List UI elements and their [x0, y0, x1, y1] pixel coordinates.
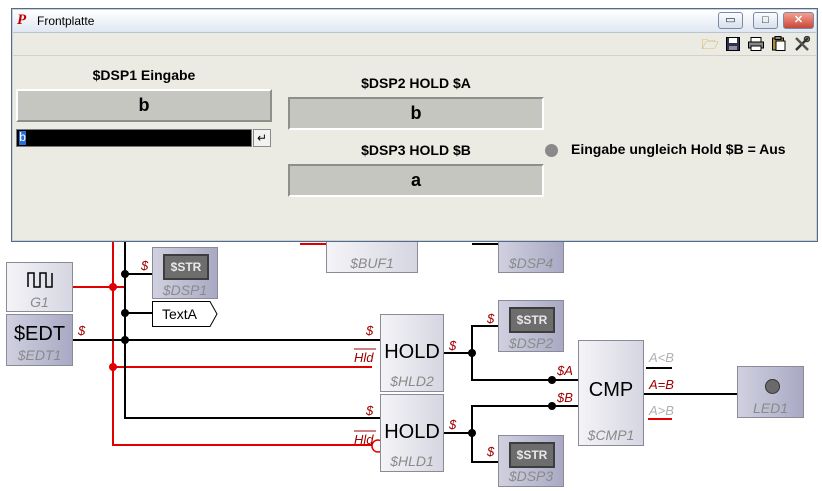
edt1-port-label: $ — [78, 323, 86, 338]
hld1-in-port: $ — [366, 403, 374, 418]
text-constant-texta[interactable]: TextA — [152, 301, 218, 327]
compare-block-cmp1[interactable]: CMP $CMP1 — [578, 340, 644, 446]
status-led-label: Eingabe ungleich Hold $B = Aus — [571, 141, 786, 157]
dsp3-display: a — [288, 164, 544, 197]
close-button[interactable]: ✕ — [783, 12, 814, 29]
display-block-dsp2[interactable]: $STR $DSP2 — [498, 300, 564, 352]
dsp1-display: b — [16, 89, 272, 122]
edt1-name: $EDT1 — [17, 347, 62, 363]
dsp2-display: b — [288, 97, 544, 130]
dsp4-name: $DSP4 — [508, 255, 554, 271]
front-panel: $DSP1 Eingabe b b ↵ $DSP2 HOLD $A b $DSP… — [13, 56, 816, 240]
window-titlebar[interactable]: P Frontplatte ▭ □ ✕ — [13, 10, 816, 33]
hld2-out-port: $ — [449, 338, 457, 353]
dsp3-label: $DSP3 HOLD $B — [361, 142, 471, 158]
hld1-out-port: $ — [449, 417, 457, 432]
led-block-led1[interactable]: LED1 — [737, 366, 804, 418]
text-input-value: b — [19, 131, 27, 145]
hld2-title: HOLD — [384, 341, 440, 363]
window-title: Frontplatte — [37, 14, 95, 28]
hold-block-hld1[interactable]: HOLD $HLD1 — [380, 394, 444, 472]
g1-name: G1 — [30, 294, 49, 310]
hld2-in-port: $ — [366, 323, 374, 338]
maximize-button[interactable]: □ — [753, 12, 778, 29]
status-led-icon — [545, 144, 558, 157]
display-block-dsp4[interactable]: $DSP4 — [498, 240, 564, 273]
hld1-title: HOLD — [384, 421, 440, 443]
hld1-hold-port: Hld — [354, 432, 374, 447]
dsp3-block-name: $DSP3 — [508, 468, 554, 484]
dsp1-str-box: $STR — [163, 254, 209, 280]
edt1-title: $EDT — [13, 323, 66, 345]
app-logo-icon: P — [17, 12, 27, 28]
led1-name: LED1 — [752, 400, 789, 416]
cmp1-title: CMP — [588, 379, 634, 401]
cmp1-name: $CMP1 — [587, 427, 635, 443]
hld1-name: $HLD1 — [390, 453, 434, 469]
print-icon[interactable] — [747, 36, 765, 52]
cmp1-in-a: $A — [557, 363, 573, 378]
dsp3-port-label: $ — [487, 444, 495, 459]
minimize-button[interactable]: ▭ — [718, 12, 743, 29]
paste-icon[interactable] — [770, 36, 788, 52]
dsp2-block-name: $DSP2 — [508, 335, 554, 351]
dsp2-label: $DSP2 HOLD $A — [361, 75, 471, 91]
dsp1-port-label: $ — [141, 258, 149, 273]
texta-label: TextA — [162, 306, 198, 322]
hold-block-hld2[interactable]: HOLD $HLD2 — [380, 314, 444, 392]
generator-block-g1[interactable]: G1 — [6, 262, 73, 312]
edit-block-edt1[interactable]: $EDT $EDT1 — [6, 314, 73, 366]
hld2-name: $HLD2 — [390, 373, 434, 389]
enter-button[interactable]: ↵ — [253, 129, 271, 147]
display-block-dsp3[interactable]: $STR $DSP3 — [498, 435, 564, 487]
cmp1-out-eq: A=B — [649, 377, 674, 392]
frontplatte-window[interactable]: P Frontplatte ▭ □ ✕ 🗁 $DSP1 Eingabe b b … — [11, 8, 818, 242]
cmp1-out-lt: A<B — [649, 350, 674, 365]
dsp1-label: $DSP1 Eingabe — [92, 67, 196, 83]
dsp1-block-name: $DSP1 — [162, 282, 208, 298]
cmp1-in-b: $B — [557, 390, 573, 405]
led1-lamp-icon — [765, 379, 780, 394]
display-block-dsp1[interactable]: $STR $DSP1 — [152, 247, 218, 299]
square-wave-icon — [27, 272, 53, 288]
cmp1-out-gt: A>B — [649, 403, 674, 418]
open-folder-icon[interactable]: 🗁 — [701, 36, 719, 52]
dsp3-str-box: $STR — [509, 442, 555, 468]
text-input-field[interactable]: b — [16, 129, 252, 147]
save-icon[interactable] — [724, 36, 742, 52]
dsp2-str-box: $STR — [509, 307, 555, 333]
settings-tools-icon[interactable] — [793, 35, 811, 52]
window-toolbar: 🗁 — [13, 33, 816, 56]
dsp2-port-label: $ — [487, 311, 495, 326]
buf1-name: $BUF1 — [350, 255, 394, 271]
hld2-hold-port: Hld — [354, 350, 374, 365]
buffer-block-buf1[interactable]: $BUF1 — [326, 240, 418, 273]
